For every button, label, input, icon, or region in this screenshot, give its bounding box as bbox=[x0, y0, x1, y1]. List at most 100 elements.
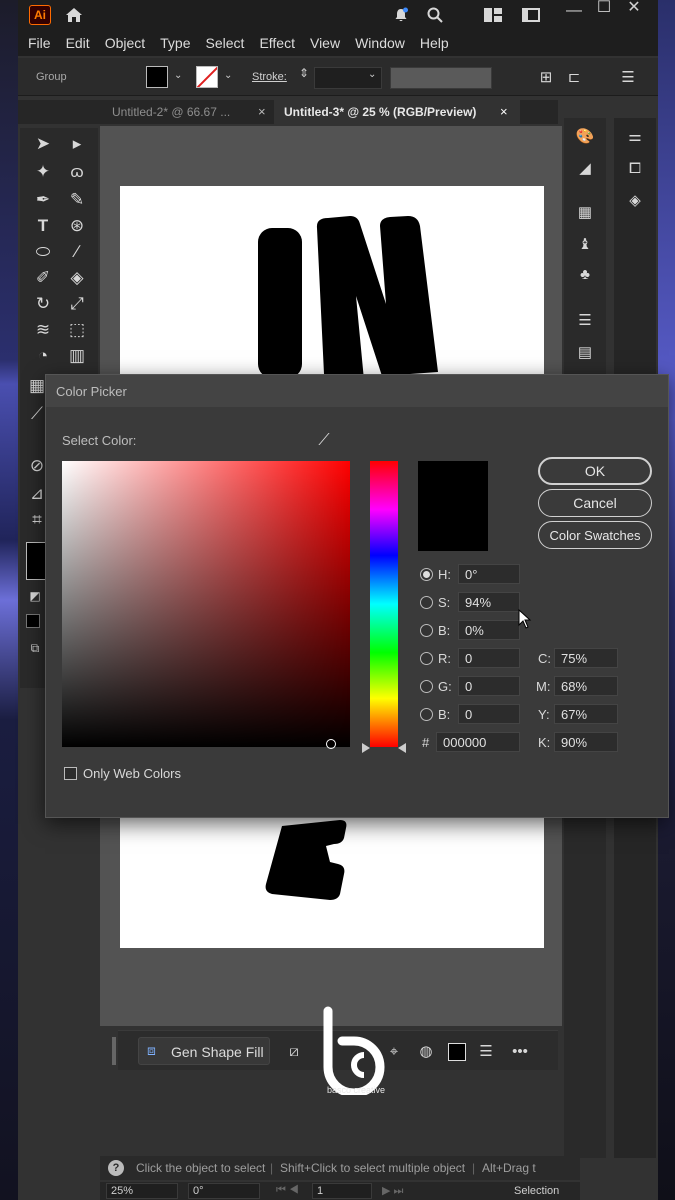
shaper-tool-icon[interactable]: ✐ bbox=[30, 266, 56, 290]
hue-slider-handle-left[interactable] bbox=[362, 743, 370, 753]
notifications-icon[interactable] bbox=[390, 4, 412, 26]
maximize-icon[interactable]: ☐ bbox=[593, 0, 615, 18]
red-input[interactable]: 0 bbox=[458, 648, 520, 668]
zoom-level-select[interactable]: 25% bbox=[106, 1183, 178, 1199]
brightness-radio[interactable] bbox=[420, 624, 433, 637]
panel-menu-icon[interactable]: ☰ bbox=[616, 65, 640, 89]
hue-slider[interactable] bbox=[370, 461, 398, 747]
hue-slider-handle-right[interactable] bbox=[398, 743, 406, 753]
eyedropper-icon[interactable]: ⟋ bbox=[312, 429, 336, 453]
more-options-icon[interactable]: ••• bbox=[508, 1039, 532, 1063]
stroke-stepper-icon[interactable]: ⇕ bbox=[299, 66, 309, 80]
saturation-brightness-field[interactable] bbox=[62, 461, 350, 747]
direct-selection-tool-icon[interactable]: ▸ bbox=[64, 132, 90, 156]
blue-input[interactable]: 0 bbox=[458, 704, 520, 724]
green-radio[interactable] bbox=[420, 680, 433, 693]
recolor-icon[interactable]: ⧄ bbox=[282, 1039, 306, 1063]
shape-builder-tool-icon[interactable]: ◔ bbox=[30, 344, 56, 368]
gradient-panel-icon[interactable]: ◢ bbox=[573, 156, 597, 180]
transform-icon[interactable]: ⊏ bbox=[562, 65, 586, 89]
home-icon[interactable] bbox=[63, 4, 85, 26]
eraser-tool-icon[interactable]: ◈ bbox=[64, 266, 90, 290]
globe-icon[interactable]: ◍ bbox=[414, 1039, 438, 1063]
symbols-panel-icon[interactable]: ♣ bbox=[573, 262, 597, 286]
letter-i-shape[interactable] bbox=[258, 228, 302, 378]
letter-fragment-shape[interactable] bbox=[260, 814, 350, 904]
menu-type[interactable]: Type bbox=[160, 35, 190, 51]
cyan-input[interactable]: 75% bbox=[554, 648, 618, 668]
pen-tool-icon[interactable]: ✒ bbox=[30, 188, 56, 212]
artboard-nav-arrows-next[interactable]: ▶ ⏭ bbox=[382, 1184, 403, 1198]
rotate-tool-icon[interactable]: ↻ bbox=[30, 292, 56, 316]
red-radio[interactable] bbox=[420, 652, 433, 665]
stroke-panel-icon[interactable]: ☰ bbox=[573, 308, 597, 332]
arrange-documents-icon[interactable] bbox=[520, 4, 542, 26]
libraries-panel-icon[interactable]: ⧠ bbox=[623, 156, 647, 180]
hue-input[interactable]: 0° bbox=[458, 564, 520, 584]
only-web-colors-checkbox[interactable] bbox=[64, 767, 77, 780]
hue-radio[interactable] bbox=[420, 568, 433, 581]
menu-view[interactable]: View bbox=[310, 35, 340, 51]
fill-swatch-small[interactable] bbox=[448, 1043, 466, 1061]
search-icon[interactable] bbox=[424, 4, 446, 26]
transparency-panel-icon[interactable]: ▤ bbox=[573, 340, 597, 364]
ellipse-tool-icon[interactable]: ⬭ bbox=[30, 240, 56, 264]
fill-swatch[interactable] bbox=[146, 66, 168, 88]
free-transform-tool-icon[interactable]: ⬚ bbox=[64, 318, 90, 342]
close-tab-icon[interactable]: × bbox=[258, 100, 266, 124]
brushes-panel-icon[interactable]: ♝ bbox=[573, 232, 597, 256]
variable-width-profile[interactable] bbox=[390, 67, 492, 89]
stroke-swatch[interactable] bbox=[196, 66, 218, 88]
workspace-icon[interactable] bbox=[482, 4, 504, 26]
hex-input[interactable]: 000000 bbox=[436, 732, 520, 752]
curvature-tool-icon[interactable]: ✎ bbox=[64, 188, 90, 212]
artboard-nav-arrows[interactable]: ⏮ ◀ bbox=[276, 1184, 299, 1197]
black-key-input[interactable]: 90% bbox=[554, 732, 618, 752]
color-panel-icon[interactable]: 🎨 bbox=[573, 124, 597, 148]
cancel-button[interactable]: Cancel bbox=[538, 489, 652, 517]
menu-select[interactable]: Select bbox=[206, 35, 245, 51]
menu-window[interactable]: Window bbox=[355, 35, 405, 51]
close-tab-icon[interactable]: × bbox=[500, 100, 508, 124]
chevron-down-icon[interactable]: ⌄ bbox=[224, 70, 232, 81]
chevron-down-icon[interactable]: ⌄ bbox=[174, 70, 182, 81]
close-window-icon[interactable]: ✕ bbox=[623, 0, 645, 18]
swatches-panel-icon[interactable]: ▦ bbox=[573, 200, 597, 224]
menu-effect[interactable]: Effect bbox=[259, 35, 295, 51]
yellow-input[interactable]: 67% bbox=[554, 704, 618, 724]
chart-tool-icon[interactable]: ▥ bbox=[64, 344, 90, 368]
width-tool-icon[interactable]: ≋ bbox=[30, 318, 56, 342]
menu-file[interactable]: File bbox=[28, 35, 51, 51]
stroke-label[interactable]: Stroke: bbox=[252, 71, 287, 83]
selection-tool-icon[interactable]: ➤ bbox=[30, 132, 56, 156]
tab-untitled-3[interactable]: Untitled-3* @ 25 % (RGB/Preview) bbox=[274, 100, 520, 124]
saturation-input[interactable]: 94% bbox=[458, 592, 520, 612]
blue-radio[interactable] bbox=[420, 708, 433, 721]
tab-untitled-2[interactable]: Untitled-2* @ 66.67 ... bbox=[102, 100, 272, 124]
properties-panel-icon[interactable]: ⚌ bbox=[623, 124, 647, 148]
ok-button[interactable]: OK bbox=[538, 457, 652, 485]
lasso-tool-icon[interactable]: ɷ bbox=[64, 160, 90, 184]
fill-color-box[interactable] bbox=[26, 542, 46, 580]
color-swatches-button[interactable]: Color Swatches bbox=[538, 521, 652, 549]
align-lines-icon[interactable]: ☰ bbox=[474, 1039, 498, 1063]
menu-help[interactable]: Help bbox=[420, 35, 449, 51]
rotation-select[interactable]: 0° bbox=[188, 1183, 260, 1199]
magenta-input[interactable]: 68% bbox=[554, 676, 618, 696]
gen-shape-fill-button[interactable]: ⧈ Gen Shape Fill bbox=[138, 1037, 270, 1065]
grip-handle[interactable] bbox=[112, 1037, 116, 1065]
artboard-number-select[interactable]: 1 bbox=[312, 1183, 372, 1199]
saturation-radio[interactable] bbox=[420, 596, 433, 609]
menu-object[interactable]: Object bbox=[105, 35, 145, 51]
minimize-icon[interactable]: — bbox=[563, 0, 585, 22]
type-tool-icon[interactable]: T bbox=[30, 214, 56, 238]
chevron-down-icon[interactable]: ⌄ bbox=[368, 69, 376, 80]
magic-wand-tool-icon[interactable]: ✦ bbox=[30, 160, 56, 184]
color-field-marker[interactable] bbox=[326, 739, 336, 749]
align-icon[interactable]: ⊞ bbox=[534, 65, 558, 89]
scale-tool-icon[interactable]: ⤢ bbox=[64, 292, 90, 316]
letter-n-shape[interactable] bbox=[312, 214, 442, 384]
brightness-input[interactable]: 0% bbox=[458, 620, 520, 640]
green-input[interactable]: 0 bbox=[458, 676, 520, 696]
menu-edit[interactable]: Edit bbox=[66, 35, 90, 51]
